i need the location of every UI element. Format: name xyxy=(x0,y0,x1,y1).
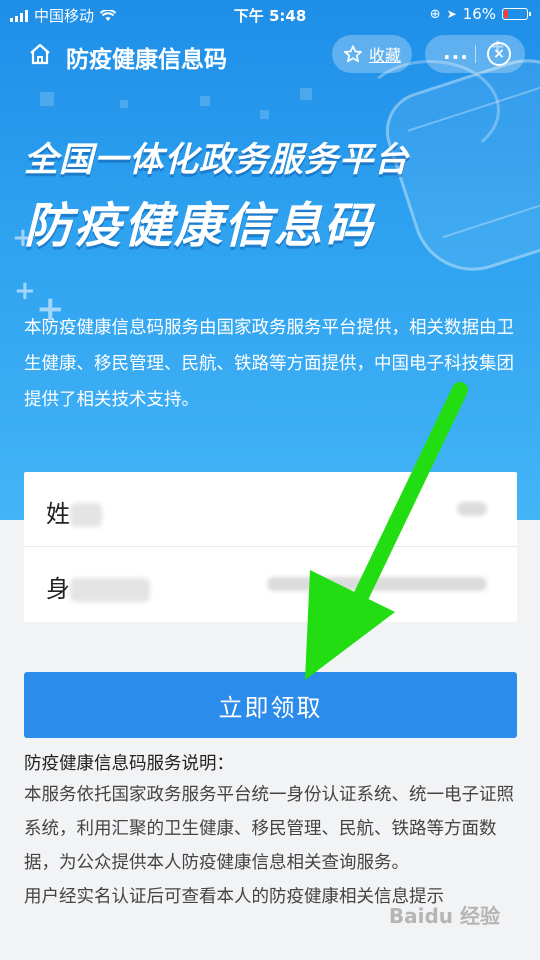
decor-pixel xyxy=(40,92,54,106)
decor-pixel xyxy=(200,96,210,106)
service-notes: 防疫健康信息码服务说明： 本服务依托国家政务服务平台统一身份认证系统、统一电子证… xyxy=(24,750,520,914)
location-icon: ➤ xyxy=(446,7,457,21)
blurred-text xyxy=(70,503,102,527)
close-circle-icon[interactable]: × xyxy=(487,42,511,66)
service-intro: 本防疫健康信息码服务由国家政务服务平台提供，相关数据由卫生健康、移民管理、民航、… xyxy=(24,318,514,410)
favorite-button[interactable]: 收藏 xyxy=(332,35,412,73)
name-label: 姓 xyxy=(46,494,102,529)
page-title: 防疫健康信息码 xyxy=(66,47,227,73)
battery-percent: 16% xyxy=(462,5,496,23)
status-bar: 中国移动 下午 5:48 ⊕ ➤ 16% xyxy=(0,0,540,28)
capsule-divider xyxy=(475,45,476,63)
battery-icon xyxy=(502,8,531,20)
plus-icon: + xyxy=(14,276,36,306)
more-dots-icon[interactable]: ··· xyxy=(443,45,469,69)
decor-pixel xyxy=(120,100,128,108)
decor-pixel xyxy=(300,88,312,100)
decor-pixel xyxy=(260,110,269,119)
home-icon[interactable] xyxy=(28,42,52,66)
hero-banner: + + + + xyxy=(0,0,540,520)
star-icon xyxy=(343,45,362,63)
claim-button[interactable]: 立即领取 xyxy=(24,672,517,738)
blurred-value xyxy=(267,577,487,591)
name-input[interactable] xyxy=(134,490,497,530)
identity-form: 姓 身 xyxy=(24,472,517,622)
id-row: 身 xyxy=(24,547,517,622)
rotation-lock-icon: ⊕ xyxy=(429,6,441,22)
watermark: Baidu 经验 xyxy=(388,904,500,928)
nav-bar: 防疫健康信息码 收藏 ··· × xyxy=(0,30,540,78)
notes-paragraph: 本服务依托国家政务服务平台统一身份认证系统、统一电子证照系统，利用汇聚的卫生健康… xyxy=(24,785,514,873)
platform-headline: 全国一体化政务服务平台 xyxy=(24,140,409,180)
name-row: 姓 xyxy=(24,472,517,547)
blurred-value xyxy=(457,502,487,516)
notes-heading: 防疫健康信息码服务说明： xyxy=(24,754,234,774)
service-headline: 防疫健康信息码 xyxy=(24,198,375,254)
favorite-label: 收藏 xyxy=(368,46,401,65)
mini-program-capsule: ··· × xyxy=(425,35,525,73)
